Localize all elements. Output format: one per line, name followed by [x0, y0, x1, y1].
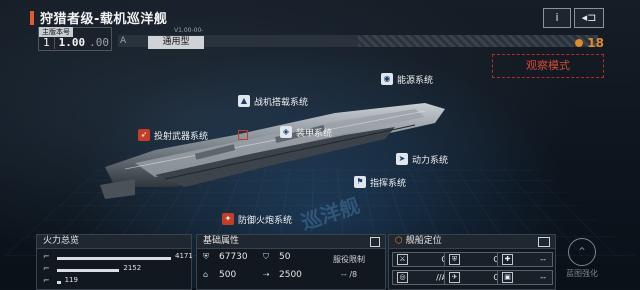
observe-mode-button[interactable]: 观察模式	[492, 54, 604, 78]
title-bar: 狩猎者级-载机巡洋舰	[30, 8, 167, 27]
back-icon: ◂⊐	[581, 11, 597, 24]
system-label: 投射武器系统	[154, 131, 209, 142]
system-label: 防御火炮系统	[238, 215, 293, 226]
firepower-value: 4171	[175, 252, 193, 260]
system-label: 战机搭载系统	[254, 97, 309, 108]
energy-icon: ◉	[381, 73, 393, 85]
version-selector[interactable]: 主版本号 1 1.00 .00	[38, 27, 112, 51]
support-icon: ✚	[502, 254, 513, 265]
firepower-row: ⌐ 4171	[43, 252, 193, 264]
version-sub-label: V1.00-00-	[174, 27, 204, 34]
firepower-value: 119	[64, 276, 78, 284]
armor-icon: ◈	[280, 126, 292, 138]
back-button[interactable]: ◂⊐	[574, 8, 604, 28]
page-title: 狩猎者级-载机巡洋舰	[40, 12, 168, 27]
firepower-bar	[57, 257, 171, 260]
currency-value: 18	[587, 36, 604, 50]
version-suffix: .00	[89, 35, 109, 49]
positioning-panel: ⬡ 舰船定位 ⚔C ⛨C ✚-- ◎//A ✈C ▣--	[388, 234, 556, 290]
grade-badge: 通用型	[148, 36, 204, 49]
role-toggle-icon[interactable]	[538, 237, 550, 247]
role-cell: ✚ --	[497, 252, 553, 267]
system-engine[interactable]: ➤ 动力系统	[396, 152, 498, 168]
system-command[interactable]: ⚑ 指挥系统	[354, 175, 466, 191]
carrier-icon: ▣	[502, 272, 513, 283]
defense-gun-icon: ✦	[222, 213, 234, 225]
fighter-icon: ▲	[238, 95, 250, 107]
service-limit-label: 服役限制	[333, 255, 365, 264]
missile-icon: ➶	[138, 129, 150, 141]
enhance-icon: ⌃	[568, 238, 596, 266]
hull-icon: ⛨	[203, 252, 209, 261]
firepower-title: 火力总览	[37, 235, 191, 249]
version-track-hatched	[358, 35, 598, 47]
antiair-icon: ✈	[449, 272, 460, 283]
firepower-bar	[57, 281, 61, 284]
engine-icon: ➤	[396, 153, 408, 165]
speed-icon: ⇢	[263, 270, 270, 279]
coin-icon	[575, 39, 584, 47]
firepower-bar	[57, 269, 120, 272]
blueprint-enhance-button[interactable]: ⌃ 蓝图强化	[560, 238, 604, 286]
enhance-label: 蓝图强化	[566, 269, 598, 278]
cost-icon: ⌂	[203, 270, 209, 279]
system-energy[interactable]: ◉ 能源系统	[381, 72, 473, 88]
ship-role-icon: ⬡	[395, 236, 406, 246]
command-icon: ⚑	[354, 176, 366, 188]
system-label: 装甲系统	[296, 128, 333, 139]
attr-hull: ⛨ 67730	[203, 252, 248, 262]
attr-speed: ⇢ 2500	[263, 270, 302, 280]
currency-display: 18	[575, 36, 604, 50]
system-fighter[interactable]: ▲ 战机搭载系统	[238, 94, 340, 110]
scout-icon: ◎	[397, 272, 408, 283]
role-cell: ▣ --	[497, 270, 553, 285]
shield-icon: ⛉	[263, 252, 269, 261]
system-armor[interactable]: ◈ 装甲系统	[280, 125, 462, 141]
title-accent	[30, 10, 34, 25]
system-label: 能源系统	[397, 75, 434, 86]
info-button[interactable]: i	[543, 8, 571, 28]
system-label: 指挥系统	[370, 178, 407, 189]
firepower-panel: 火力总览 ⌐ 4171 ⌐ 2152 ⌐ 119	[36, 234, 193, 290]
attr-shield: ⛉ 50	[263, 252, 291, 262]
version-tag: 主版本号	[39, 27, 73, 37]
gun-icon: ⌐	[43, 264, 50, 273]
defense-icon: ⛨	[449, 254, 460, 265]
firepower-value: 2152	[123, 264, 142, 272]
system-defense-gun[interactable]: ✦ 防御火炮系统	[222, 212, 334, 228]
firepower-row: ⌐ 2152	[43, 264, 193, 276]
system-missile[interactable]: ➶ 投射武器系统	[138, 128, 252, 144]
gun-icon: ⌐	[43, 276, 50, 285]
attr-cost: ⌂ 500	[203, 270, 237, 280]
alert-marker	[238, 130, 248, 140]
firepower-row: ⌐ 119	[43, 276, 193, 288]
positioning-title: ⬡ 舰船定位	[389, 235, 555, 249]
attributes-title: 基础属性	[197, 235, 385, 249]
gun-icon: ⌐	[43, 252, 50, 261]
expand-icon[interactable]	[370, 237, 380, 247]
service-limit-value: -- /8	[341, 270, 358, 279]
attributes-panel: 基础属性 ⛨ 67730 ⛉ 50 ⌂ 500 ⇢ 2500 服役限制 -- /8	[196, 234, 386, 290]
info-icon: i	[555, 11, 559, 24]
version-row: 主版本号 1 1.00 .00 V1.00-00- A 通用型	[38, 27, 603, 51]
system-label: 动力系统	[412, 155, 449, 166]
attack-icon: ⚔	[397, 254, 408, 265]
grade-letter: A	[120, 36, 127, 46]
